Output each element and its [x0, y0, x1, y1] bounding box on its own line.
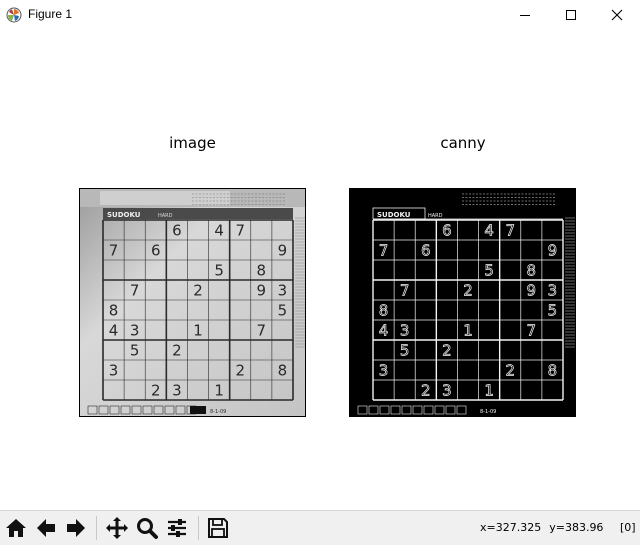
axes-title-canny: canny	[440, 134, 486, 152]
window-title-bar[interactable]: Figure 1	[0, 0, 640, 30]
sudoku-digit: 3	[379, 362, 389, 380]
minimize-icon	[520, 15, 530, 16]
sudoku-digit: 8	[109, 302, 119, 320]
canny-axes[interactable]: SUDOKU HARD 64776958729385431752328231 8-…	[349, 188, 576, 417]
sudoku-digit: 7	[257, 322, 267, 340]
sudoku-digit: 3	[109, 362, 119, 380]
sudoku-digit: 2	[442, 342, 452, 360]
pan-button[interactable]	[103, 514, 131, 542]
sudoku-digit: 8	[548, 362, 558, 380]
puzzle-level-text: HARD	[158, 213, 173, 219]
sudoku-digit: 2	[421, 382, 431, 400]
cursor-coordinates: x=327.325 y=383.96	[480, 521, 611, 534]
configure-subplots-button[interactable]	[163, 514, 191, 542]
sudoku-digit: 3	[548, 282, 558, 300]
sudoku-digit: 3	[130, 322, 140, 340]
sudoku-digit: 8	[379, 302, 389, 320]
puzzle-header-text: SUDOKU	[377, 211, 411, 219]
sudoku-digit: 5	[214, 262, 224, 280]
sudoku-digit: 3	[172, 382, 182, 400]
sudoku-digit: 3	[442, 382, 452, 400]
sudoku-digit: 3	[400, 322, 410, 340]
sudoku-digit: 1	[193, 322, 203, 340]
home-button[interactable]	[2, 514, 30, 542]
sudoku-digit: 5	[400, 342, 410, 360]
sudoku-digit: 5	[130, 342, 140, 360]
sudoku-digit: 7	[109, 242, 119, 260]
figure-canvas[interactable]: image canny SUDOKU HARD 64776958729385431…	[0, 30, 640, 510]
sudoku-digit: 3	[278, 282, 288, 300]
sudoku-digit: 9	[548, 242, 558, 260]
sudoku-digit: 7	[235, 222, 245, 240]
sudoku-digit: 2	[235, 362, 245, 380]
pixel-value: [0]	[620, 521, 636, 534]
sudoku-digit: 5	[548, 302, 558, 320]
sudoku-digit: 6	[421, 242, 431, 260]
configure-subplots-icon	[168, 519, 186, 537]
puzzle-level-text: HARD	[428, 213, 443, 219]
y-coordinate: y=383.96	[549, 521, 604, 534]
sudoku-digit: 8	[257, 262, 267, 280]
sudoku-digit: 6	[442, 222, 452, 240]
sudoku-digit: 4	[379, 322, 389, 340]
sudoku-digit: 6	[172, 222, 182, 240]
canny-edges-image: SUDOKU HARD 6 4 77 6 95 87 2 9 38 54 3 1 75 23 2 82 3 1 8-…	[350, 189, 575, 416]
sudoku-digit: 1	[463, 322, 473, 340]
sudoku-digit: 2	[172, 342, 182, 360]
save-icon	[208, 518, 228, 538]
navigation-toolbar: x=327.325 y=383.96 [0]	[0, 510, 640, 545]
sudoku-digit: 4	[484, 222, 494, 240]
sudoku-digit: 1	[484, 382, 494, 400]
sudoku-photo-image: SUDOKU HARD 6 4 77 6 95 87 2 9 38 54 3 1 75 23 2 82 3 1 8-…	[80, 189, 305, 416]
forward-button[interactable]	[62, 514, 90, 542]
sudoku-digit: 9	[278, 242, 288, 260]
maximize-icon	[566, 10, 576, 20]
forward-icon	[67, 519, 85, 537]
sudoku-digit: 2	[151, 382, 161, 400]
sudoku-digit: 4	[214, 222, 224, 240]
sudoku-digit: 9	[527, 282, 537, 300]
sudoku-digit: 5	[278, 302, 288, 320]
sudoku-digit: 2	[505, 362, 515, 380]
x-coordinate: x=327.325	[480, 521, 542, 534]
window-title: Figure 1	[28, 7, 73, 21]
matplotlib-icon	[6, 7, 22, 23]
sudoku-digit: 2	[463, 282, 473, 300]
maximize-button[interactable]	[548, 0, 594, 30]
sudoku-digit: 8	[527, 262, 537, 280]
sudoku-digit: 7	[527, 322, 537, 340]
sudoku-digit: 7	[379, 242, 389, 260]
home-icon	[6, 519, 26, 537]
sudoku-digit: 7	[400, 282, 410, 300]
close-icon	[611, 9, 623, 21]
sudoku-digit: 7	[130, 282, 140, 300]
puzzle-date-text: 8-1-09	[480, 409, 496, 415]
sudoku-digit: 9	[257, 282, 267, 300]
pan-icon	[106, 517, 128, 539]
save-button[interactable]	[204, 514, 232, 542]
minimize-button[interactable]	[502, 0, 548, 30]
back-button[interactable]	[32, 514, 60, 542]
toolbar-separator	[198, 516, 199, 540]
puzzle-date-text: 8-1-09	[210, 409, 226, 415]
sudoku-digit: 1	[214, 382, 224, 400]
sudoku-digit: 8	[278, 362, 288, 380]
puzzle-header-text: SUDOKU	[107, 211, 141, 219]
toolbar-separator	[96, 516, 97, 540]
back-icon	[37, 519, 55, 537]
zoom-button[interactable]	[133, 514, 161, 542]
image-axes[interactable]: SUDOKU HARD 64776958729385431752328231 8-…	[79, 188, 306, 417]
axes-title-image: image	[169, 134, 216, 152]
zoom-icon	[137, 518, 158, 539]
sudoku-digit: 5	[484, 262, 494, 280]
sudoku-digit: 4	[109, 322, 119, 340]
sudoku-digit: 7	[505, 222, 515, 240]
sudoku-digit: 2	[193, 282, 203, 300]
close-button[interactable]	[594, 0, 640, 30]
sudoku-digit: 6	[151, 242, 161, 260]
